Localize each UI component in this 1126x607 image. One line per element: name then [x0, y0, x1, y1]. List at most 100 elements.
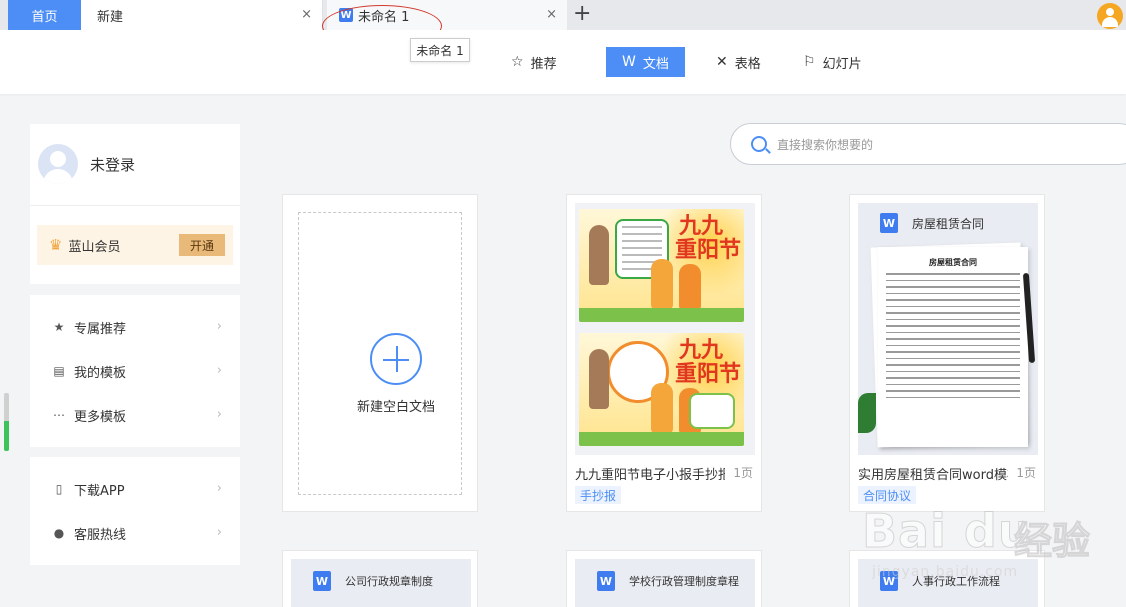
nav-sheet-label: 表格 — [734, 56, 761, 72]
star-icon: ★ — [53, 320, 65, 334]
word-doc-icon: W — [880, 571, 898, 591]
doc-head: W 房屋租赁合同 — [880, 213, 984, 233]
more-icon: ⋯ — [53, 408, 65, 422]
nav-recommend-label: 推荐 — [530, 56, 557, 72]
sidebar-item-exclusive[interactable]: ★ 专属推荐 › — [30, 305, 240, 349]
sidebar-menu: ★ 专属推荐 › ▤ 我的模板 › ⋯ 更多模板 › — [30, 295, 240, 447]
profile-panel: 未登录 — [30, 124, 240, 206]
search-placeholder: 直接搜索你想要的 — [777, 137, 874, 152]
login-status[interactable]: 未登录 — [90, 154, 135, 175]
template-title: 九九重阳节电子小报手抄报 — [575, 468, 725, 483]
template-card[interactable]: W 公司行政规章制度 — [282, 550, 478, 607]
doc-head: W 学校行政管理制度章程 — [597, 571, 739, 591]
close-icon[interactable]: × — [301, 7, 312, 22]
word-doc-icon: W — [313, 571, 331, 591]
nav-slides-label: 幻灯片 — [822, 56, 862, 72]
member-label: 蓝山会员 — [68, 239, 121, 255]
chevron-right-icon: › — [216, 319, 222, 334]
sidebar-item-more-templates[interactable]: ⋯ 更多模板 › — [30, 393, 240, 437]
poster-title-2: 重阳节 — [675, 361, 742, 387]
template-tag[interactable]: 手抄报 — [575, 486, 622, 504]
scroll-indicator[interactable] — [4, 393, 9, 451]
plus-circle-icon — [370, 333, 422, 385]
activate-membership-button[interactable]: 开通 — [179, 234, 225, 256]
paper-front: 房屋租赁合同 — [878, 247, 1028, 447]
nav-slides[interactable]: ⚐ 幻灯片 — [803, 47, 862, 77]
sidebar-item-service-hotline[interactable]: ● 客服热线 › — [30, 511, 240, 555]
template-tag[interactable]: 合同协议 — [858, 486, 917, 504]
tab-tooltip: 未命名 1 — [410, 38, 470, 62]
sidebar-item-download-app[interactable]: ▯ 下载APP › — [30, 467, 240, 511]
tab-new[interactable]: 新建 × — [81, 0, 323, 30]
member-panel: ♛ 蓝山会员 开通 — [30, 206, 240, 284]
sidebar-item-my-templates[interactable]: ▤ 我的模板 › — [30, 349, 240, 393]
template-thumbnail: W 人事行政工作流程 — [858, 559, 1038, 607]
tab-home[interactable]: 首页 — [8, 0, 81, 30]
new-blank-document-label: 新建空白文档 — [356, 400, 435, 415]
sidebar-menu-secondary: ▯ 下载APP › ● 客服热线 › — [30, 457, 240, 565]
poster-page: 九九 重阳节 — [579, 209, 744, 322]
tab-new-label: 新建 — [97, 9, 124, 25]
x-icon: ✕ — [716, 54, 728, 70]
chevron-right-icon: › — [216, 525, 222, 540]
template-title: 实用房屋租赁合同word模板 — [858, 468, 1008, 483]
new-blank-document-card[interactable]: 新建空白文档 — [282, 194, 478, 512]
phone-icon: ▯ — [55, 482, 63, 496]
poster-title-1: 九九 — [679, 213, 724, 239]
template-thumbnail: W 学校行政管理制度章程 — [575, 559, 755, 607]
template-search-input[interactable]: 直接搜索你想要的 — [730, 123, 1126, 165]
sidebar-item-label: 我的模板 — [74, 365, 127, 381]
avatar[interactable] — [38, 144, 78, 184]
add-tab-button[interactable]: + — [573, 2, 591, 26]
doc-head: W 公司行政规章制度 — [313, 571, 433, 591]
template-card[interactable]: W 人事行政工作流程 — [849, 550, 1045, 607]
poster-title-2: 重阳节 — [675, 237, 742, 263]
template-card[interactable]: W 学校行政管理制度章程 — [566, 550, 762, 607]
template-card[interactable]: W 房屋租赁合同 房屋租赁合同 实用房屋租赁合同word模板 1页 合同协议 — [849, 194, 1045, 512]
flag-icon: ⚐ — [803, 54, 816, 70]
sidebar-item-label: 更多模板 — [74, 409, 127, 425]
doc-head-title: 公司行政规章制度 — [345, 575, 433, 588]
tab-doc-label: 未命名 1 — [358, 9, 410, 25]
poster-title-1: 九九 — [679, 337, 724, 363]
sidebar-item-label: 客服热线 — [74, 527, 127, 543]
close-icon[interactable]: × — [546, 7, 557, 22]
sidebar-item-label: 下载APP — [74, 483, 125, 499]
nav-sheet[interactable]: ✕ 表格 — [716, 47, 761, 77]
doc-head-title: 人事行政工作流程 — [912, 575, 1000, 588]
paper-title: 房屋租赁合同 — [929, 258, 977, 267]
template-thumbnail: W 房屋租赁合同 房屋租赁合同 — [858, 203, 1038, 455]
nav-document[interactable]: W 文档 — [606, 47, 685, 77]
nav-recommend[interactable]: ☆ 推荐 — [511, 47, 557, 77]
doc-head: W 人事行政工作流程 — [880, 571, 1000, 591]
word-doc-icon: W — [880, 213, 898, 233]
template-thumbnail: 九九 重阳节 九九 重阳节 — [575, 203, 755, 455]
tab-untitled-document[interactable]: W 未命名 1 × — [327, 0, 567, 30]
doc-head-title: 学校行政管理制度章程 — [629, 575, 739, 588]
chevron-right-icon: › — [216, 481, 222, 496]
poster-page: 九九 重阳节 — [579, 333, 744, 446]
template-thumbnail: W 公司行政规章制度 — [291, 559, 471, 607]
template-page-count: 1页 — [733, 466, 753, 480]
template-icon: ▤ — [53, 364, 65, 378]
user-avatar-icon[interactable] — [1097, 3, 1123, 29]
chevron-right-icon: › — [216, 363, 222, 378]
dashed-frame: 新建空白文档 — [298, 212, 462, 495]
w-icon: W — [622, 54, 636, 70]
doc-head-title: 房屋租赁合同 — [912, 216, 985, 231]
tab-bar: 首页 新建 × W 未命名 1 × + — [0, 0, 1126, 30]
crown-icon: ♛ — [49, 236, 63, 254]
template-page-count: 1页 — [1016, 466, 1036, 480]
chevron-right-icon: › — [216, 407, 222, 422]
word-doc-icon: W — [597, 571, 615, 591]
nav-document-label: 文档 — [642, 56, 669, 72]
membership-banner[interactable]: ♛ 蓝山会员 开通 — [37, 225, 233, 265]
search-icon — [751, 136, 767, 152]
top-nav: ☆ 推荐 W 文档 ✕ 表格 ⚐ 幻灯片 — [0, 30, 1126, 94]
sidebar-item-label: 专属推荐 — [74, 321, 127, 337]
plant-image — [858, 393, 876, 433]
template-card[interactable]: 九九 重阳节 九九 重阳节 九九重阳节电子小报手抄报 1页 手抄报 — [566, 194, 762, 512]
word-doc-icon: W — [339, 8, 353, 22]
service-icon: ● — [53, 526, 65, 540]
star-icon: ☆ — [511, 54, 524, 70]
